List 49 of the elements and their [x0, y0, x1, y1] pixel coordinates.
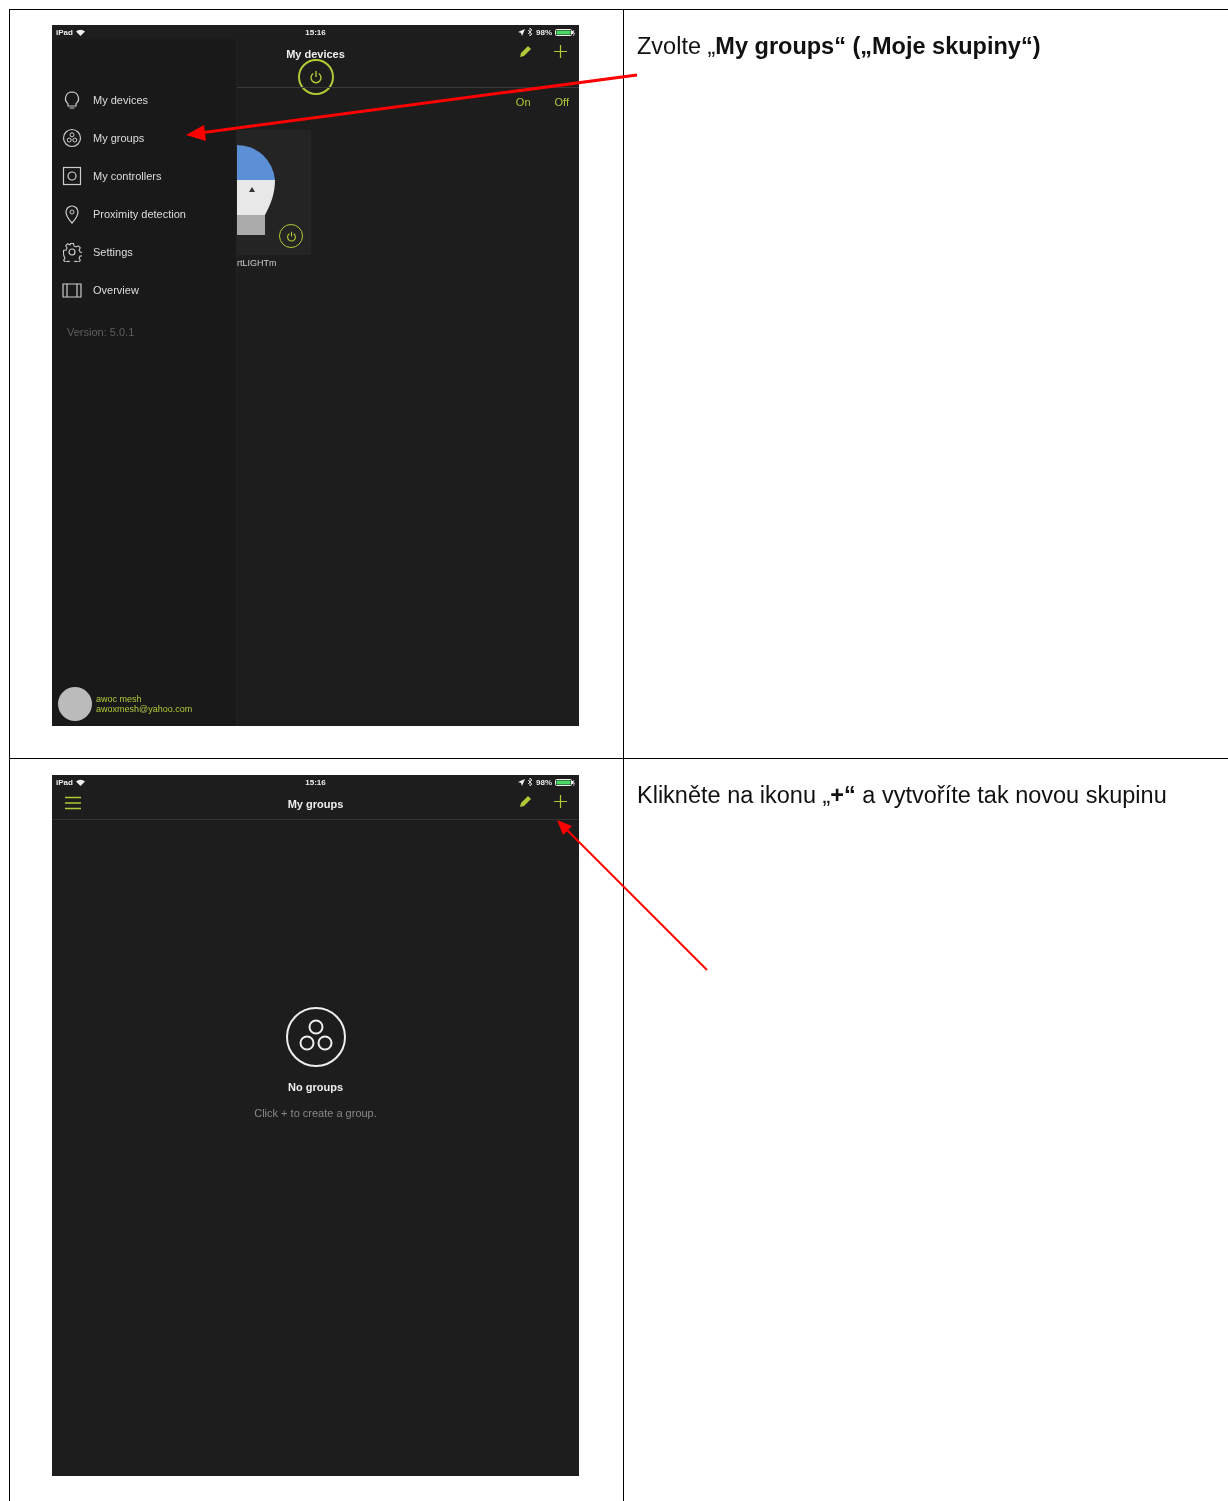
location-icon	[518, 28, 525, 36]
controller-icon	[62, 166, 82, 186]
user-email: awoxmesh@yahoo.com	[96, 704, 193, 714]
menu-icon[interactable]	[65, 796, 81, 810]
power-icon[interactable]	[285, 230, 297, 242]
bulb-icon	[62, 90, 82, 110]
battery-icon	[555, 778, 575, 786]
status-time: 15:16	[305, 777, 326, 787]
bluetooth-icon	[528, 778, 533, 786]
overview-icon	[62, 280, 82, 300]
menu-item[interactable]: Overview	[62, 280, 236, 300]
battery-percent: 98%	[536, 27, 552, 37]
wifi-icon	[75, 28, 85, 36]
avatar	[58, 687, 92, 721]
instruction-text: Zvolte „My groups“ („Moje skupiny“)	[637, 32, 1042, 61]
battery-percent: 98%	[536, 777, 552, 787]
screen-title: My groups	[287, 798, 344, 810]
empty-hint: Click + to create a group.	[254, 1107, 377, 1119]
instruction-text: Klikněte na ikonu „+“ a vytvoříte tak novou skupinu	[637, 781, 1168, 810]
device-card[interactable]	[237, 130, 311, 255]
location-icon	[518, 778, 525, 786]
filter-option[interactable]: On	[515, 96, 531, 108]
status-time: 15:16	[305, 27, 326, 37]
add-icon[interactable]	[554, 795, 567, 808]
empty-title: No groups	[288, 1081, 343, 1093]
screen-title: My devices	[286, 48, 345, 60]
menu-item[interactable]: My devices	[62, 90, 236, 110]
version-text: Version: 5.0.1	[67, 326, 136, 338]
gear-icon	[62, 242, 82, 262]
battery-icon	[555, 28, 575, 36]
menu-item[interactable]: Settings	[62, 242, 236, 262]
user-name: awoc mesh	[96, 694, 143, 704]
power-button[interactable]	[297, 59, 334, 95]
menu-item[interactable]: My controllers	[62, 166, 236, 186]
device-name: iPad	[56, 777, 73, 787]
filter-option[interactable]: Off	[554, 96, 569, 108]
power-icon[interactable]	[308, 70, 323, 84]
menu-item[interactable]: My groups	[62, 128, 236, 148]
pencil-icon[interactable]	[519, 45, 532, 58]
device-name: iPad	[56, 27, 73, 37]
pencil-icon[interactable]	[519, 795, 532, 808]
groups-icon	[284, 1006, 347, 1068]
wifi-icon	[75, 778, 85, 786]
bluetooth-icon	[528, 28, 533, 36]
pin-icon	[62, 204, 82, 224]
groups-icon	[62, 128, 82, 148]
device-label: rtLIGHTm	[237, 258, 277, 268]
menu-item[interactable]: Proximity detection	[62, 204, 236, 224]
add-icon[interactable]	[554, 45, 567, 58]
